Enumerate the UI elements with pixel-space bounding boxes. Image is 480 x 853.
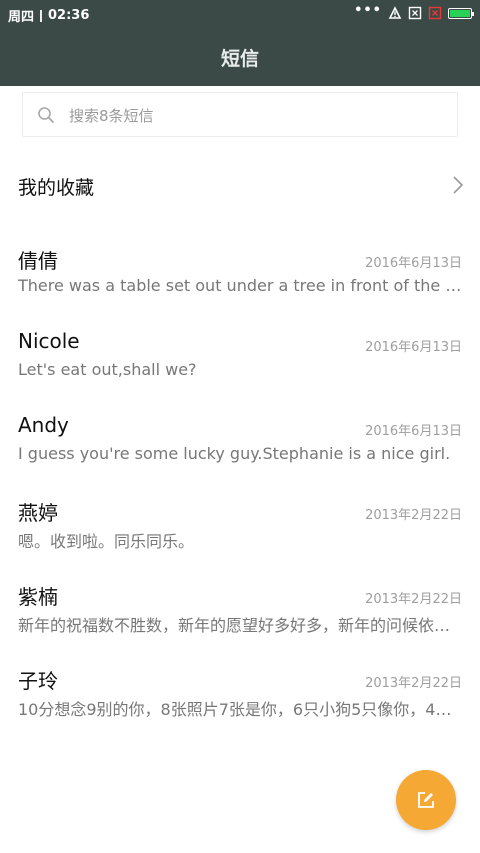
message-sender: 倩倩	[18, 249, 58, 273]
compose-icon	[418, 792, 434, 808]
no-signal-icon	[428, 6, 442, 20]
message-date: 2016年6月13日	[365, 340, 462, 355]
message-date: 2016年6月13日	[365, 256, 462, 271]
battery-icon	[448, 7, 474, 19]
message-item[interactable]: 燕婷 2013年2月22日 嗯。收到啦。同乐同乐。	[0, 497, 480, 577]
page-title: 短信	[220, 48, 259, 70]
status-icons: •••	[354, 2, 474, 20]
message-item[interactable]: Nicole 2016年6月13日 Let's eat out,shall we…	[0, 329, 480, 409]
message-date: 2013年2月22日	[365, 508, 462, 523]
status-separator	[40, 9, 43, 22]
message-date: 2013年2月22日	[365, 592, 462, 607]
battery-level	[450, 9, 470, 17]
favorites-row[interactable]: 我的收藏	[0, 158, 480, 214]
status-clock: 周四 02:36	[8, 6, 89, 25]
search-bar[interactable]: 搜索8条短信	[22, 92, 458, 137]
message-sender: 紫楠	[18, 585, 58, 609]
message-preview: I guess you're some lucky guy.Stephanie …	[18, 444, 451, 463]
message-item[interactable]: 紫楠 2013年2月22日 新年的祝福数不胜数，新年的愿望好多好多，新年的问候依…	[0, 581, 480, 661]
message-sender: Nicole	[18, 329, 80, 353]
message-preview: Let's eat out,shall we?	[18, 360, 197, 379]
message-preview: 嗯。收到啦。同乐同乐。	[18, 532, 195, 551]
message-item[interactable]: Andy 2016年6月13日 I guess you're some luck…	[0, 413, 480, 493]
search-input[interactable]: 搜索8条短信	[69, 105, 154, 126]
status-day: 周四	[8, 10, 35, 25]
app-header: 短信	[0, 28, 480, 86]
message-sender: 燕婷	[18, 501, 58, 525]
message-date: 2013年2月22日	[365, 676, 462, 691]
alarm-icon	[388, 6, 402, 19]
message-sender: 子玲	[18, 669, 58, 693]
status-bar: 周四 02:36 •••	[0, 0, 480, 28]
message-sender: Andy	[18, 413, 69, 437]
message-date: 2016年6月13日	[365, 424, 462, 439]
more-dots-icon: •••	[354, 2, 382, 18]
chevron-right-icon	[453, 176, 464, 194]
status-time: 02:36	[48, 8, 90, 23]
message-preview: 新年的祝福数不胜数，新年的愿望好多好多，新年的问候依旧...	[18, 616, 462, 635]
message-preview: There was a table set out under a tree i…	[18, 276, 462, 295]
message-item[interactable]: 子玲 2013年2月22日 10分想念9别的你，8张照片7张是你，6只小狗5只像…	[0, 665, 480, 745]
sim-x-icon	[408, 6, 422, 20]
favorites-label: 我的收藏	[18, 177, 95, 199]
compose-button[interactable]	[396, 770, 456, 830]
message-preview: 10分想念9别的你，8张照片7张是你，6只小狗5只像你，4根骨...	[18, 700, 462, 719]
search-icon	[38, 107, 54, 123]
message-item[interactable]: 倩倩 2016年6月13日 There was a table set out …	[0, 245, 480, 325]
